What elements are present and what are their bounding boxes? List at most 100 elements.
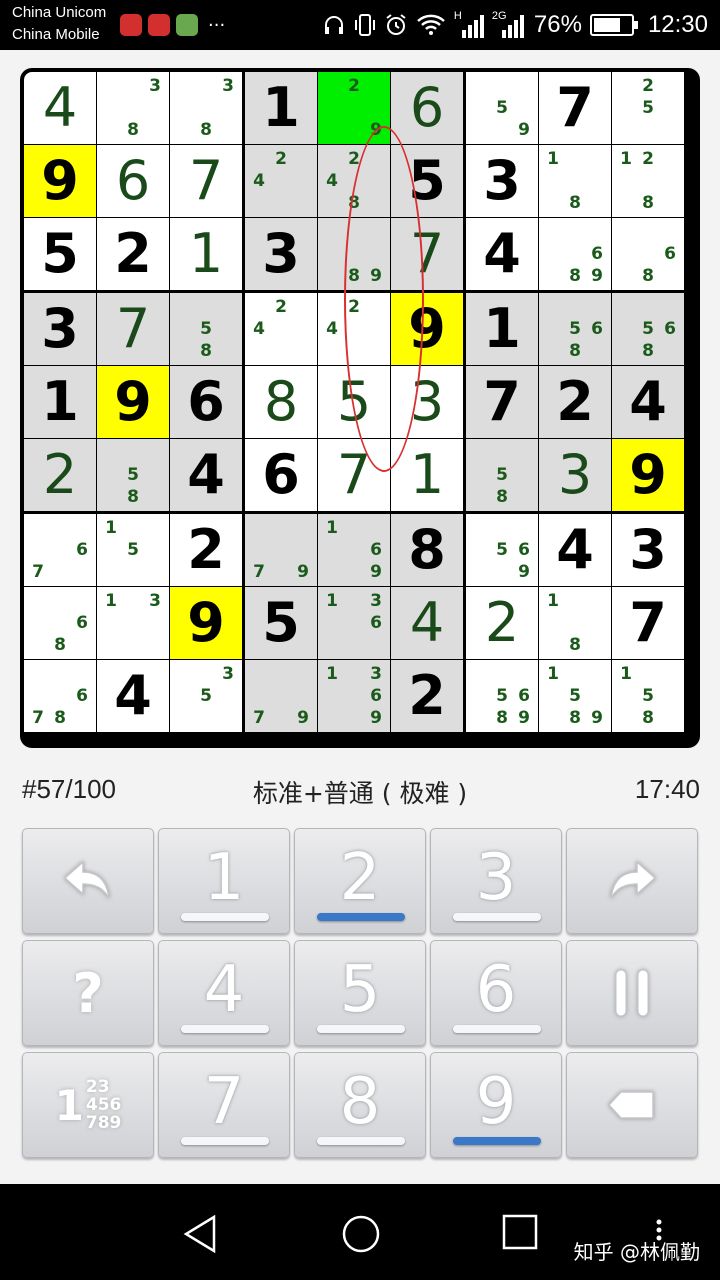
cell-r4c1[interactable]: 3 xyxy=(24,293,96,365)
number-key-9[interactable]: 9 xyxy=(430,1052,562,1158)
notes-mode-button[interactable]: 1 23 456 789 xyxy=(22,1052,154,1158)
cell-r2c5[interactable]: 248 248 xyxy=(318,145,390,217)
cell-r2c3[interactable]: 7 xyxy=(170,145,242,217)
number-key-7[interactable]: 7 xyxy=(158,1052,290,1158)
cell-r3c2[interactable]: 2 xyxy=(97,218,169,290)
cell-r1c8[interactable]: 7 xyxy=(539,72,611,144)
cell-r6c8[interactable]: 3 xyxy=(539,439,611,511)
cell-r7c2[interactable]: 1515 xyxy=(97,514,169,586)
erase-button[interactable] xyxy=(566,1052,698,1158)
cell-r3c3[interactable]: 1 xyxy=(170,218,242,290)
cell-r3c6[interactable]: 7 xyxy=(391,218,463,290)
cell-r4c8[interactable]: 568 568 xyxy=(539,293,611,365)
cell-r1c6[interactable]: 6 xyxy=(391,72,463,144)
cell-r1c3[interactable]: 3838 xyxy=(170,72,242,144)
cell-r7c9[interactable]: 3 xyxy=(612,514,684,586)
cell-r7c8[interactable]: 4 xyxy=(539,514,611,586)
cell-r5c6[interactable]: 3 xyxy=(391,366,463,438)
cell-r3c8[interactable]: 689689 xyxy=(539,218,611,290)
cell-r3c7[interactable]: 4 xyxy=(466,218,538,290)
cell-r2c9[interactable]: 128128 xyxy=(612,145,684,217)
cell-r9c4[interactable]: 7979 xyxy=(245,660,317,732)
cell-r8c2[interactable]: 1313 xyxy=(97,587,169,659)
cell-r8c3[interactable]: 9 xyxy=(170,587,242,659)
cell-r4c5[interactable]: 24 24 xyxy=(318,293,390,365)
cell-r3c5[interactable]: 89 89 xyxy=(318,218,390,290)
cell-r8c9[interactable]: 7 xyxy=(612,587,684,659)
cell-r1c4[interactable]: 1 xyxy=(245,72,317,144)
cell-r1c2[interactable]: 3838 xyxy=(97,72,169,144)
cell-r6c7[interactable]: 58 58 xyxy=(466,439,538,511)
cell-r2c2[interactable]: 6 xyxy=(97,145,169,217)
cell-r6c1[interactable]: 2 xyxy=(24,439,96,511)
cell-r6c3[interactable]: 4 xyxy=(170,439,242,511)
cell-r3c4[interactable]: 3 xyxy=(245,218,317,290)
cell-r9c2[interactable]: 4 xyxy=(97,660,169,732)
cell-r1c1[interactable]: 4 xyxy=(24,72,96,144)
cell-r4c4[interactable]: 24 24 xyxy=(245,293,317,365)
cell-r6c4[interactable]: 6 xyxy=(245,439,317,511)
cell-r9c6[interactable]: 2 xyxy=(391,660,463,732)
cell-r9c7[interactable]: 5689 5689 xyxy=(466,660,538,732)
number-key-5[interactable]: 5 xyxy=(294,940,426,1046)
cell-r6c9[interactable]: 9 xyxy=(612,439,684,511)
cell-r1c7[interactable]: 59 59 xyxy=(466,72,538,144)
cell-r1c5[interactable]: 2929 xyxy=(318,72,390,144)
number-key-4[interactable]: 4 xyxy=(158,940,290,1046)
cell-r8c1[interactable]: 68 68 xyxy=(24,587,96,659)
redo-button[interactable] xyxy=(566,828,698,934)
cell-r5c1[interactable]: 1 xyxy=(24,366,96,438)
cell-r1c9[interactable]: 25 25 xyxy=(612,72,684,144)
cell-r4c2[interactable]: 7 xyxy=(97,293,169,365)
cell-r3c9[interactable]: 68 68 xyxy=(612,218,684,290)
cell-r2c8[interactable]: 1818 xyxy=(539,145,611,217)
hint-button[interactable]: ? xyxy=(22,940,154,1046)
cell-r5c4[interactable]: 8 xyxy=(245,366,317,438)
cell-r7c4[interactable]: 7979 xyxy=(245,514,317,586)
cell-r5c8[interactable]: 2 xyxy=(539,366,611,438)
pause-button[interactable] xyxy=(566,940,698,1046)
candidate-6: 6 xyxy=(591,244,603,264)
cell-r7c3[interactable]: 2 xyxy=(170,514,242,586)
cell-r8c7[interactable]: 2 xyxy=(466,587,538,659)
cell-r4c9[interactable]: 568 568 xyxy=(612,293,684,365)
cell-r4c6[interactable]: 9 xyxy=(391,293,463,365)
recents-icon[interactable] xyxy=(502,1214,538,1250)
cell-r9c3[interactable]: 35 35 xyxy=(170,660,242,732)
cell-r6c5[interactable]: 7 xyxy=(318,439,390,511)
cell-r3c1[interactable]: 5 xyxy=(24,218,96,290)
undo-button[interactable] xyxy=(22,828,154,934)
cell-r9c1[interactable]: 678678 xyxy=(24,660,96,732)
cell-r8c5[interactable]: 136136 xyxy=(318,587,390,659)
cell-r9c9[interactable]: 158 158 xyxy=(612,660,684,732)
cell-r2c6[interactable]: 5 xyxy=(391,145,463,217)
cell-r7c5[interactable]: 169169 xyxy=(318,514,390,586)
back-icon[interactable] xyxy=(182,1214,218,1254)
cell-r4c3[interactable]: 58 58 xyxy=(170,293,242,365)
number-key-3[interactable]: 3 xyxy=(430,828,562,934)
cell-r9c8[interactable]: 15891589 xyxy=(539,660,611,732)
cell-r2c1[interactable]: 9 xyxy=(24,145,96,217)
cell-r5c3[interactable]: 6 xyxy=(170,366,242,438)
cell-r5c2[interactable]: 9 xyxy=(97,366,169,438)
cell-r2c7[interactable]: 3 xyxy=(466,145,538,217)
cell-r7c7[interactable]: 569 569 xyxy=(466,514,538,586)
cell-r5c9[interactable]: 4 xyxy=(612,366,684,438)
number-key-2[interactable]: 2 xyxy=(294,828,426,934)
cell-r6c6[interactable]: 1 xyxy=(391,439,463,511)
cell-r5c7[interactable]: 7 xyxy=(466,366,538,438)
number-key-1[interactable]: 1 xyxy=(158,828,290,934)
cell-r9c5[interactable]: 13691369 xyxy=(318,660,390,732)
cell-r2c4[interactable]: 24 24 xyxy=(245,145,317,217)
number-key-8[interactable]: 8 xyxy=(294,1052,426,1158)
cell-r6c2[interactable]: 58 58 xyxy=(97,439,169,511)
cell-r4c7[interactable]: 1 xyxy=(466,293,538,365)
cell-r8c4[interactable]: 5 xyxy=(245,587,317,659)
home-icon[interactable] xyxy=(341,1214,381,1254)
number-key-6[interactable]: 6 xyxy=(430,940,562,1046)
cell-r8c8[interactable]: 1818 xyxy=(539,587,611,659)
cell-r5c5[interactable]: 5 xyxy=(318,366,390,438)
cell-r8c6[interactable]: 4 xyxy=(391,587,463,659)
cell-r7c1[interactable]: 6767 xyxy=(24,514,96,586)
cell-r7c6[interactable]: 8 xyxy=(391,514,463,586)
